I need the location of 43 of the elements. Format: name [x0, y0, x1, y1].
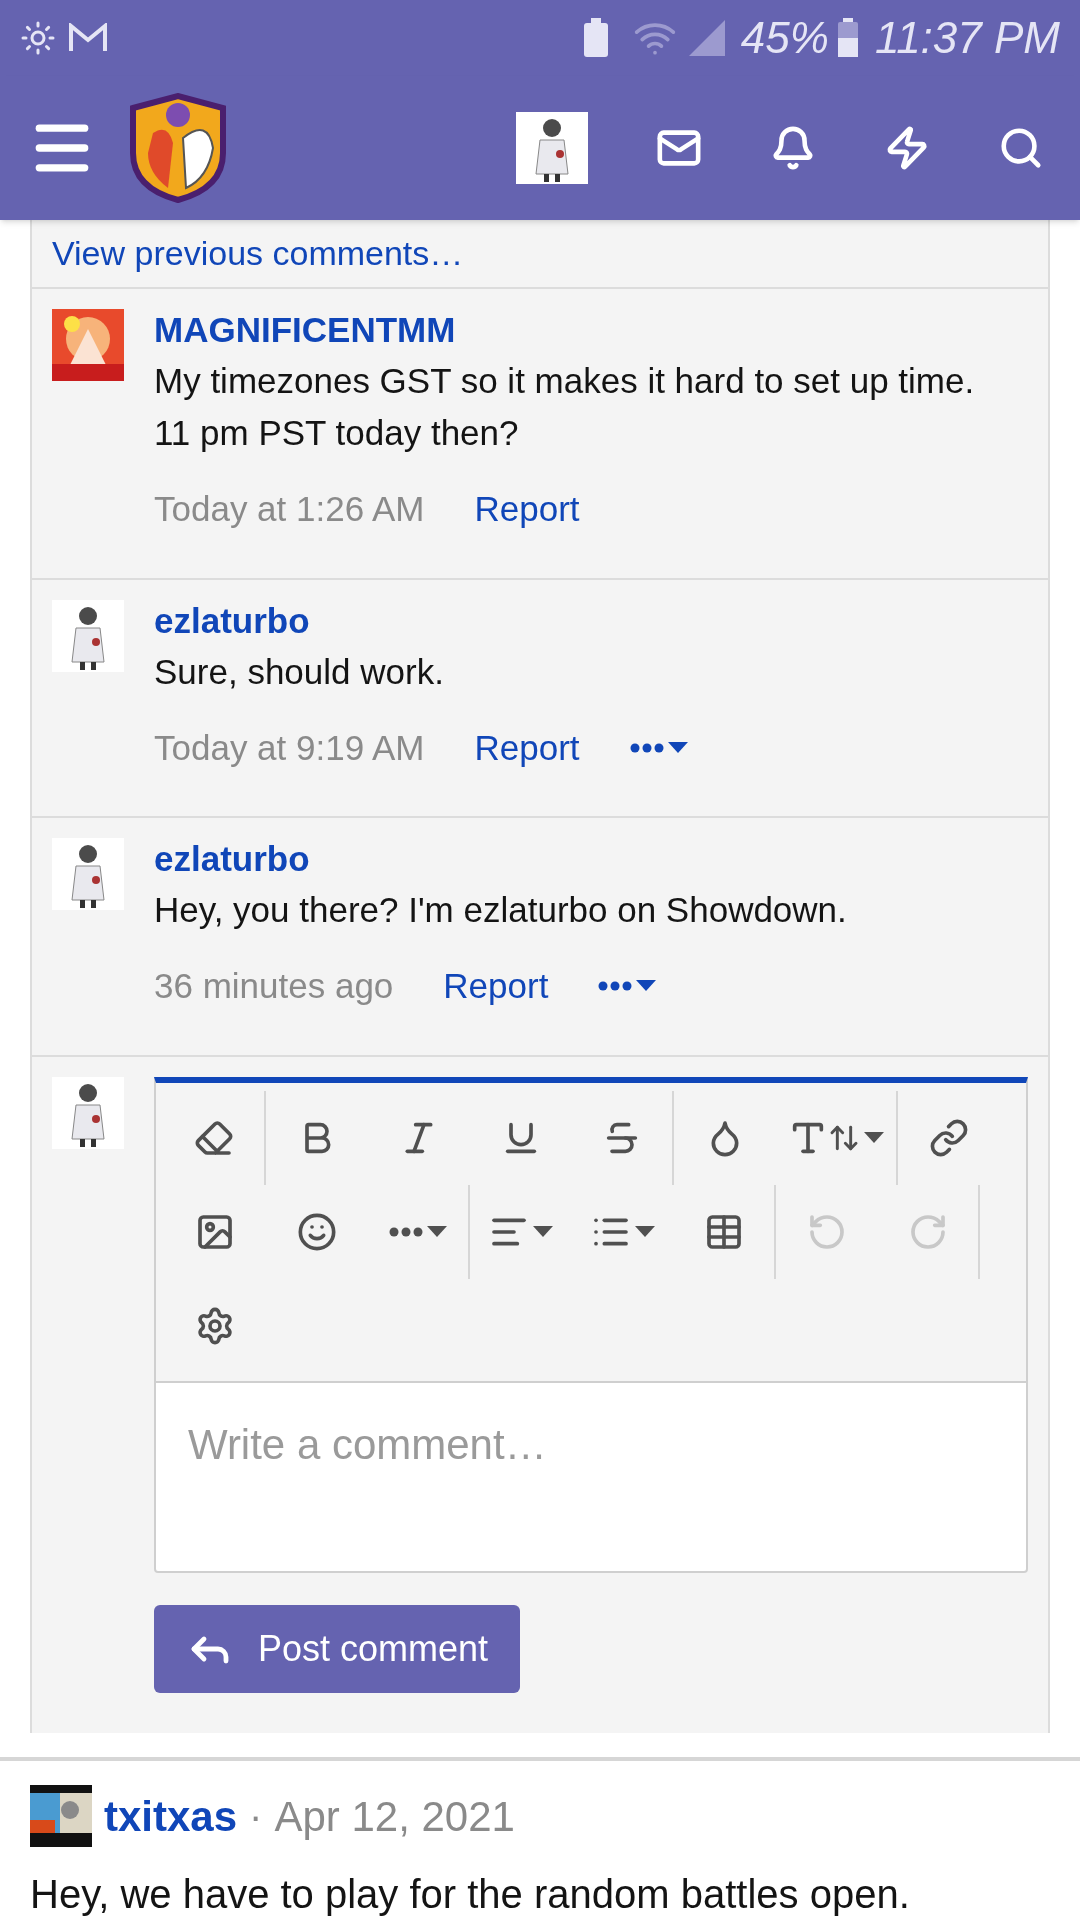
smiley-icon: [297, 1211, 337, 1252]
separator: ·: [249, 1793, 263, 1840]
link-icon: [929, 1117, 969, 1158]
comment-text: Hey, you there? I'm ezlaturbo on Showdown.: [154, 889, 848, 931]
mail-app-icon: [68, 23, 108, 53]
timestamp: Today at 1:26 AM: [154, 488, 425, 530]
caret-icon: [636, 980, 657, 993]
more-menu[interactable]: [629, 741, 688, 754]
comment-text: Sure, should work.: [154, 650, 445, 693]
signal-icon: [688, 20, 725, 56]
comment-text: My timezones GST so it makes it hard to set up time. 11 pm PST today then?: [154, 360, 976, 454]
caret-icon: [635, 1225, 655, 1238]
more-menu[interactable]: [598, 980, 657, 993]
battery-percent: 45%: [740, 12, 829, 64]
lightning-icon[interactable]: [884, 125, 930, 171]
post-date: Apr 12, 2021: [274, 1791, 515, 1842]
weather-icon: [20, 20, 56, 56]
dots-icon: [598, 981, 633, 992]
dots-icon: [629, 742, 664, 753]
timestamp: Today at 9:19 AM: [154, 726, 425, 769]
view-previous-link[interactable]: View previous comments…: [32, 220, 1048, 289]
username[interactable]: MAGNIFICENTMM: [154, 309, 978, 351]
caret-icon: [667, 741, 688, 754]
report-link[interactable]: Report: [474, 721, 580, 774]
dots-icon: [389, 1226, 423, 1237]
caret-icon: [533, 1225, 553, 1238]
post-comment-button[interactable]: Post comment: [154, 1604, 521, 1693]
caret-icon: [864, 1131, 884, 1144]
battery-saver-icon: [582, 18, 609, 58]
report-link[interactable]: Report: [474, 483, 580, 536]
logo[interactable]: [128, 93, 228, 203]
report-link[interactable]: Report: [443, 960, 549, 1013]
caret-icon: [427, 1225, 447, 1238]
username[interactable]: txitxas: [104, 1784, 238, 1848]
battery-icon: [836, 18, 859, 58]
clock: 11:37 PM: [874, 12, 1060, 64]
timestamp: 36 minutes ago: [154, 965, 394, 1007]
username[interactable]: ezlaturbo: [154, 599, 978, 642]
settings-icon: [195, 1305, 235, 1346]
post-text: Hey, we have to play for the random battles open.: [30, 1870, 911, 1918]
username[interactable]: ezlaturbo: [154, 838, 978, 880]
comment-input[interactable]: Write a comment…: [154, 1380, 1028, 1573]
search-icon[interactable]: [998, 125, 1044, 171]
